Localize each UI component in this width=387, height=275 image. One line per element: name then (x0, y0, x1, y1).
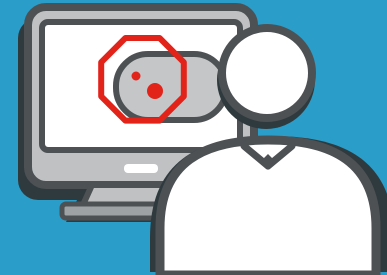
user-head (218, 24, 316, 122)
illustration (18, 3, 387, 275)
stop-dot-large (147, 83, 163, 99)
stop-dot-small (131, 71, 141, 81)
power-indicator (124, 164, 158, 173)
